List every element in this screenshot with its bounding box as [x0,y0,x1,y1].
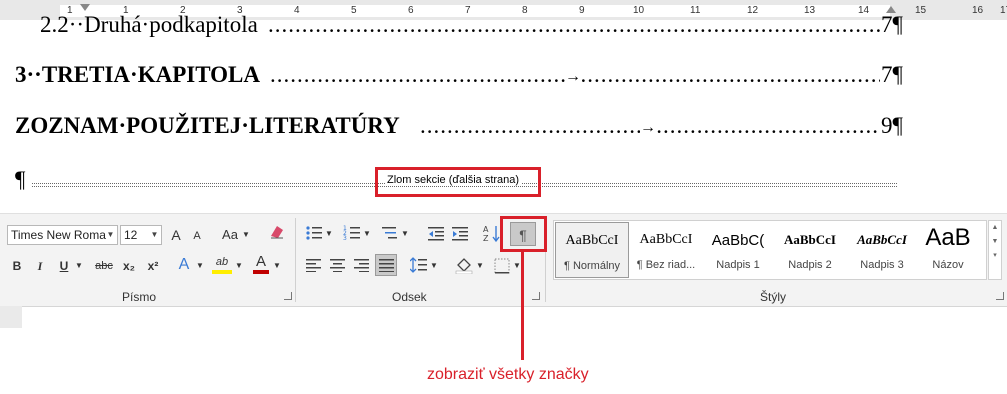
show-marks-highlight-box [500,216,547,252]
style-name: ¶ Normálny [563,260,621,272]
scroll-up-icon[interactable]: ▲ [989,221,1001,235]
text-effects-button[interactable]: A [176,255,192,275]
styles-dialog-launcher[interactable] [996,292,1004,300]
style-name: Názov [932,259,964,271]
style-name: Nadpis 3 [860,259,904,271]
tab-mark: → [565,68,581,86]
font-name-value: Times New Roma [11,228,106,242]
tab-mark: → [640,119,656,137]
style-preview: AaBbC( [711,232,765,249]
chevron-down-icon[interactable]: ▼ [362,224,372,244]
chevron-down-icon[interactable]: ▼ [234,256,244,276]
style-preview: AaBbCcI [639,232,693,247]
change-case-button[interactable]: Aa [220,225,240,245]
toc-page-number: 9¶ [881,113,903,138]
shrink-font-button[interactable]: A [190,226,204,246]
section-break-highlight-box [375,167,541,197]
chevron-down-icon[interactable]: ▼ [400,224,410,244]
highlight-button[interactable]: ab [212,254,232,274]
underline-button[interactable]: U [57,256,71,276]
style-tile-no-spacing[interactable]: AaBbCcI ¶ Bez riad... [629,222,703,278]
svg-text:3: 3 [343,235,347,242]
increase-indent-icon[interactable] [451,224,469,242]
style-name: Nadpis 2 [788,259,832,271]
font-size-value: 12 [124,228,138,242]
shading-icon[interactable] [455,256,473,274]
align-center-icon[interactable] [330,258,346,272]
ruler-number: 17 [1000,5,1007,16]
chevron-down-icon[interactable]: ▼ [475,256,485,276]
toc-entry-partial: 2.2··Druhá·podkapitola [40,12,258,37]
vertical-ruler-corner [0,306,22,328]
toc-entry-bibliography: ZOZNAM·POUŽITEJ·LITERATÚRY [15,113,400,138]
justify-button[interactable] [375,254,397,276]
toc-page-number: 7¶ [881,12,903,37]
paragraph-group-label: Odsek [392,290,427,304]
more-styles-icon[interactable]: ▾ [989,249,1001,263]
toc-leader: ........................................… [268,12,880,37]
multilevel-list-icon[interactable] [381,224,399,242]
style-preview: AaBbCcI [565,233,619,248]
toc-page-number: 7¶ [881,62,903,87]
styles-gallery: AaBbCcI ¶ Normálny AaBbCcI ¶ Bez riad...… [553,220,987,280]
style-name: Nadpis 1 [716,259,760,271]
sort-icon[interactable]: AZ [483,224,501,244]
decrease-indent-icon[interactable] [427,224,445,242]
toc-entry-third-chapter: 3··TRETIA·KAPITOLA [15,62,260,87]
font-dialog-launcher[interactable] [284,292,292,300]
font-color-button[interactable]: A [253,254,269,274]
paragraph-mark: ¶ [15,167,26,192]
font-size-combo[interactable]: 12 ▼ [120,225,162,245]
chevron-down-icon[interactable]: ▼ [241,225,251,245]
subscript-button[interactable]: x₂ [120,256,138,276]
style-tile-heading-1[interactable]: AaBbC( Nadpis 1 [701,222,775,278]
first-line-indent-marker[interactable] [80,4,90,11]
bullets-icon[interactable] [305,224,323,242]
styles-gallery-scroller[interactable]: ▲ ▼ ▾ [988,220,1002,280]
justify-icon [379,259,394,272]
italic-button[interactable]: I [33,256,47,276]
align-left-icon[interactable] [306,258,322,272]
chevron-down-icon[interactable]: ▼ [195,256,205,276]
svg-text:A: A [483,225,489,234]
ruler-number: 15 [915,5,927,16]
chevron-down-icon[interactable]: ▼ [324,224,334,244]
style-tile-heading-3[interactable]: AaBbCcI Nadpis 3 [845,222,919,278]
chevron-down-icon[interactable]: ▼ [74,256,84,276]
styles-group-label: Štýly [760,290,787,304]
chevron-down-icon[interactable]: ▼ [272,256,282,276]
borders-icon[interactable] [494,258,510,274]
style-preview: AaB [925,224,971,251]
font-group-label: Písmo [122,290,157,304]
line-spacing-icon[interactable] [410,257,428,273]
style-tile-heading-2[interactable]: AaBbCcI Nadpis 2 [773,222,847,278]
strikethrough-button[interactable]: abc [93,256,115,276]
numbering-icon[interactable]: 1 2 3 [343,224,361,242]
bold-button[interactable]: B [10,256,24,276]
chevron-down-icon[interactable]: ▼ [429,256,439,276]
callout-connector-line [521,252,524,360]
font-name-combo[interactable]: Times New Roma ▼ [7,225,118,245]
style-preview: AaBbCcI [857,232,907,247]
svg-text:Z: Z [483,234,489,243]
chevron-down-icon[interactable]: ▼ [104,226,117,244]
callout-caption: zobraziť všetky značky [427,366,589,383]
style-tile-normal[interactable]: AaBbCcI ¶ Normálny [555,222,629,278]
align-right-icon[interactable] [354,258,370,272]
style-tile-title[interactable]: AaB Názov [911,222,985,278]
group-separator [295,218,296,302]
scroll-down-icon[interactable]: ▼ [989,235,1001,249]
style-preview: AaBbCcI [783,232,836,247]
superscript-button[interactable]: x² [144,256,162,276]
grow-font-button[interactable]: A [168,225,184,245]
chevron-down-icon[interactable]: ▼ [148,226,161,244]
ruler-number: 16 [972,5,984,16]
paragraph-dialog-launcher[interactable] [532,292,540,300]
clear-formatting-icon[interactable] [268,222,286,240]
style-name: ¶ Bez riad... [636,259,696,271]
